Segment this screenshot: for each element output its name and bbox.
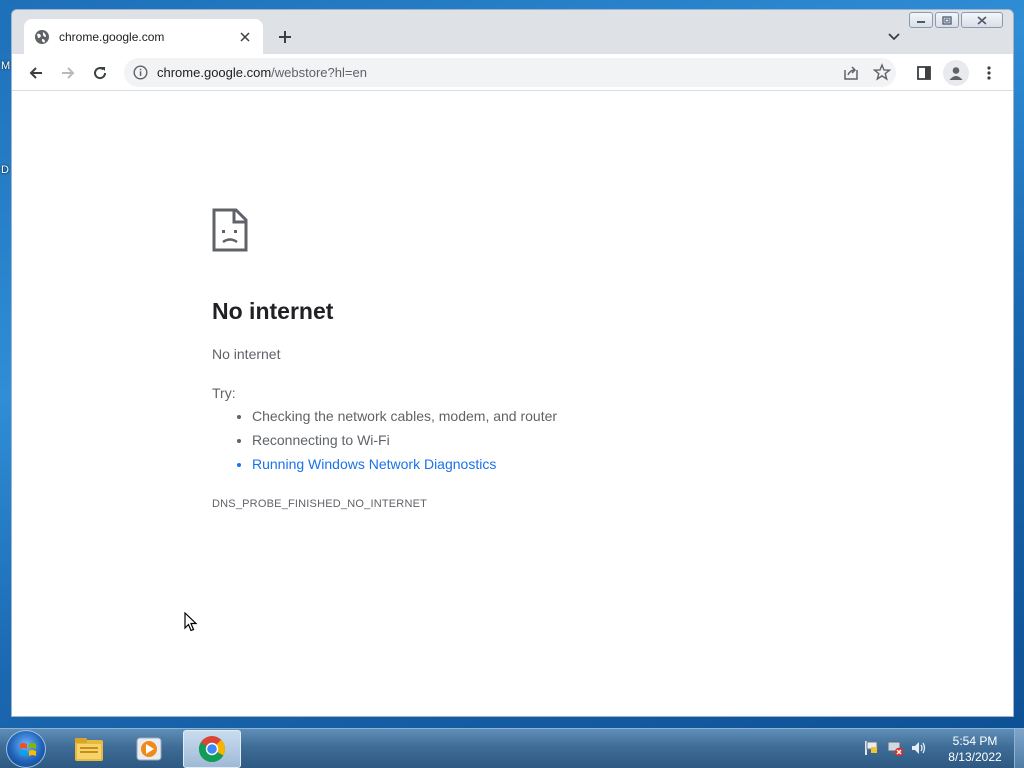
taskbar-explorer[interactable]: [60, 730, 118, 768]
minimize-icon: [917, 21, 925, 23]
side-panel-button[interactable]: [911, 60, 937, 86]
arrow-left-icon: [29, 67, 42, 79]
restore-icon: [942, 15, 952, 25]
system-tray: [862, 739, 928, 757]
desktop-icon-label-fragment: M: [1, 60, 11, 72]
arrow-right-icon: [62, 67, 75, 79]
suggestion-list: Checking the network cables, modem, and …: [252, 408, 557, 480]
browser-toolbar: chrome.google.com/webstore?hl=en: [12, 54, 1013, 91]
suggestion-item: Checking the network cables, modem, and …: [252, 408, 557, 432]
tab-active[interactable]: chrome.google.com: [24, 19, 263, 54]
chrome-icon: [198, 736, 226, 763]
network-diagnostics-link[interactable]: Running Windows Network Diagnostics: [252, 456, 557, 480]
restore-button[interactable]: [935, 12, 959, 28]
chevron-down-icon: [888, 33, 900, 41]
window-caption-buttons: [909, 12, 1003, 28]
new-tab-button[interactable]: [274, 26, 296, 48]
reload-icon: [94, 67, 107, 80]
site-info-icon[interactable]: [132, 64, 149, 81]
profile-button[interactable]: [943, 60, 969, 86]
close-icon: [977, 15, 987, 25]
page-content: No internet No internet Try: Checking th…: [12, 92, 1013, 716]
more-vert-icon: [987, 66, 991, 80]
forward-button[interactable]: [55, 60, 81, 86]
avatar-icon: [949, 67, 963, 80]
show-desktop-button[interactable]: [1014, 729, 1024, 768]
reload-button[interactable]: [87, 60, 113, 86]
back-button[interactable]: [23, 60, 49, 86]
bookmark-star-icon[interactable]: [873, 63, 891, 81]
close-window-button[interactable]: [961, 12, 1003, 28]
side-panel-icon: [917, 66, 931, 80]
tab-strip: chrome.google.com: [12, 10, 1013, 54]
plus-icon: [279, 31, 291, 43]
menu-button[interactable]: [976, 60, 1002, 86]
url-host: chrome.google.com: [157, 65, 272, 80]
error-title: No internet: [212, 298, 334, 324]
windows-logo-icon: [20, 743, 36, 756]
taskbar-chrome[interactable]: [183, 730, 241, 768]
clock-time: 5:54 PM: [952, 734, 998, 748]
start-button[interactable]: [6, 730, 46, 768]
error-subtitle: No internet: [212, 346, 281, 362]
sad-page-icon: [212, 208, 248, 252]
url-text[interactable]: chrome.google.com/webstore?hl=en: [157, 65, 367, 80]
try-label: Try:: [212, 385, 236, 401]
chrome-window: chrome.google.com chrome.google.com/webs…: [11, 9, 1014, 717]
tab-title: chrome.google.com: [59, 29, 165, 44]
mouse-cursor-icon: [184, 612, 198, 632]
suggestion-item: Reconnecting to Wi-Fi: [252, 432, 557, 456]
globe-icon: [35, 29, 49, 44]
share-icon[interactable]: [842, 64, 860, 82]
tab-close-icon[interactable]: [237, 29, 253, 45]
clock-date: 8/13/2022: [948, 750, 1002, 764]
action-center-flag-icon[interactable]: [862, 739, 880, 757]
tab-search-button[interactable]: [884, 27, 904, 47]
media-player-icon: [136, 737, 162, 761]
minimize-button[interactable]: [909, 12, 933, 28]
taskbar-clock[interactable]: 5:54 PM 8/13/2022: [938, 733, 1012, 765]
taskbar: 5:54 PM 8/13/2022: [0, 728, 1024, 768]
url-path: /webstore?hl=en: [271, 65, 367, 80]
taskbar-media-player[interactable]: [120, 730, 178, 768]
address-bar[interactable]: chrome.google.com/webstore?hl=en: [124, 58, 896, 87]
volume-icon[interactable]: [910, 739, 928, 757]
network-disconnected-icon[interactable]: [886, 739, 904, 757]
desktop-icon-label-fragment: D: [1, 164, 9, 176]
error-code: DNS_PROBE_FINISHED_NO_INTERNET: [212, 498, 428, 510]
folder-icon: [75, 738, 103, 761]
